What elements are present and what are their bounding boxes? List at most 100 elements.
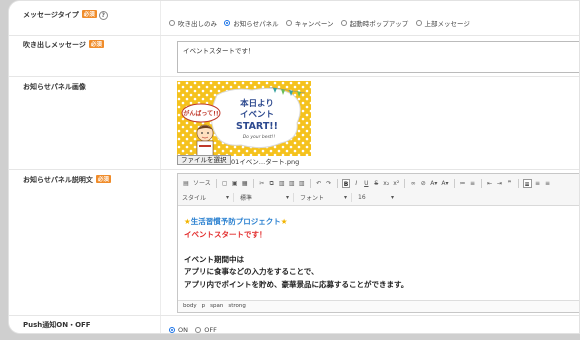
panel-description-label: お知らせパネル説明文 必須 (23, 175, 111, 185)
preview-icon[interactable]: ▣ (231, 179, 239, 188)
push-label: Push通知ON・OFF (23, 321, 91, 329)
label-cell: お知らせパネル説明文 必須 (9, 170, 161, 315)
project-title-text: 生活習慣予防プロジェクト (190, 217, 281, 226)
star-icon: ★ (280, 217, 288, 226)
italic-icon[interactable]: I (352, 179, 360, 188)
align-left-icon[interactable]: ≡ (522, 179, 532, 188)
numbered-list-icon[interactable]: ≔ (459, 179, 467, 188)
radio-push-on[interactable]: ON (169, 326, 188, 334)
template-icon[interactable]: ▦ (241, 179, 249, 188)
help-icon[interactable]: ? (98, 11, 108, 20)
outdent-icon[interactable]: ⇤ (486, 179, 494, 188)
chevron-down-icon: ▾ (285, 194, 289, 201)
rich-text-editor: ▤ ソース ▢ ▣ ▦ ✂ ⧉ ▥ ▥ ▥ ↶ ↷ B I U S x₂ x² … (177, 173, 579, 313)
push-options: ON OFF (169, 326, 222, 334)
bubble-text: がんばって!! (183, 110, 218, 118)
label-cell: お知らせパネル画像 (9, 77, 161, 169)
font-select[interactable]: フォント ▾ (300, 193, 352, 202)
radio-label: 起動時ポップアップ (349, 20, 409, 28)
radio-notice-panel[interactable]: お知らせパネル (224, 18, 279, 28)
banner-subtext: Do your best!! (243, 134, 276, 140)
radio-button[interactable] (195, 327, 202, 333)
align-right-icon[interactable]: ≡ (544, 179, 552, 188)
radio-label: ON (178, 326, 188, 334)
underline-icon[interactable]: U (362, 179, 370, 188)
toolbar-separator (480, 179, 482, 188)
font-select-label: フォント (300, 195, 325, 202)
radio-label: お知らせパネル (233, 20, 279, 28)
banner-line1: 本日より (240, 98, 274, 109)
bg-color-icon[interactable]: A▾ (440, 179, 449, 188)
message-type-options: 吹き出しのみ お知らせパネル キャンペーン 起動時ポップアップ 上部メッセージ (169, 18, 475, 28)
radio-label: 上部メッセージ (424, 20, 470, 28)
radio-button[interactable] (285, 20, 292, 26)
toolbar-separator (453, 179, 455, 188)
radio-button-selected[interactable] (169, 327, 175, 333)
path-item[interactable]: strong (228, 303, 246, 309)
format-select[interactable]: 標準 ▾ (240, 193, 294, 202)
content-line-3: イベント期間中は (184, 254, 244, 264)
paste-text-icon[interactable]: ▥ (288, 179, 296, 188)
message-type-row: メッセージタイプ 必須? 吹き出しのみ お知らせパネル キャンペーン 起動時ポップ… (9, 1, 579, 36)
paste-icon[interactable]: ▥ (278, 179, 286, 188)
path-item[interactable]: body (183, 303, 197, 309)
radio-balloon-only[interactable]: 吹き出しのみ (169, 18, 217, 28)
panel-image-label: お知らせパネル画像 (23, 83, 86, 91)
radio-top-message[interactable]: 上部メッセージ (415, 18, 470, 28)
bold-icon[interactable]: B (341, 179, 351, 188)
content-blank-line (184, 241, 408, 254)
path-item[interactable]: span (210, 303, 223, 309)
new-page-icon[interactable]: ▢ (221, 179, 229, 188)
label-cell: 吹き出しメッセージ 必須 (9, 36, 161, 76)
radio-label: 吹き出しのみ (178, 20, 217, 28)
message-type-label-text: メッセージタイプ (23, 11, 79, 19)
balloon-message-input[interactable]: イベントスタートです！ (177, 41, 579, 73)
form-panel: メッセージタイプ 必須? 吹き出しのみ お知らせパネル キャンペーン 起動時ポップ… (8, 0, 580, 334)
paste-word-icon[interactable]: ▥ (298, 179, 306, 188)
selected-file-name: 01イベン…タート.png (231, 158, 300, 166)
radio-campaign[interactable]: キャンペーン (285, 18, 334, 28)
chevron-down-icon: ▾ (390, 194, 394, 201)
redo-icon[interactable]: ↷ (325, 179, 333, 188)
link-icon[interactable]: ∞ (409, 179, 417, 188)
strike-icon[interactable]: S (372, 179, 380, 188)
toolbar-separator (336, 179, 338, 188)
radio-startup-popup[interactable]: 起動時ポップアップ (340, 18, 409, 28)
source-button[interactable]: ソース (192, 179, 212, 188)
radio-button[interactable] (169, 20, 175, 26)
element-path-bar: body p span strong (178, 300, 579, 312)
radio-label: OFF (204, 326, 217, 334)
source-icon[interactable]: ▤ (182, 179, 190, 188)
text-color-icon[interactable]: A▾ (429, 179, 438, 188)
indent-icon[interactable]: ⇥ (496, 179, 504, 188)
subscript-icon[interactable]: x₂ (382, 179, 390, 188)
blockquote-icon[interactable]: ❞ (506, 179, 514, 188)
copy-icon[interactable]: ⧉ (268, 179, 276, 188)
path-item[interactable]: p (202, 303, 206, 309)
undo-icon[interactable]: ↶ (315, 179, 323, 188)
cut-icon[interactable]: ✂ (258, 179, 266, 188)
radio-button-selected[interactable] (224, 20, 231, 26)
radio-button[interactable] (340, 20, 347, 26)
toolbar-separator (309, 179, 311, 188)
choose-file-button[interactable]: ファイルを選択 (177, 155, 231, 165)
radio-button[interactable] (415, 20, 422, 26)
size-select[interactable]: 16 ▾ (358, 193, 398, 202)
radio-push-off[interactable]: OFF (195, 326, 217, 334)
style-select[interactable]: スタイル ▾ (182, 193, 234, 202)
toolbar-row-2: スタイル ▾ 標準 ▾ フォント ▾ 16 ▾ (182, 193, 402, 202)
unlink-icon[interactable]: ⊘ (419, 179, 427, 188)
superscript-icon[interactable]: x² (392, 179, 400, 188)
chevron-down-icon: ▾ (225, 194, 229, 201)
toolbar-separator (404, 179, 406, 188)
editor-content[interactable]: ★生活習慣予防プロジェクト★ イベントスタートです！ イベント期間中は アプリに… (184, 216, 408, 291)
panel-description-label-text: お知らせパネル説明文 (23, 176, 93, 184)
push-row: Push通知ON・OFF ON OFF (9, 316, 579, 334)
panel-image-preview: 本日より イベント START!! Do your best!! がんばって!! (177, 81, 311, 156)
label-cell: Push通知ON・OFF (9, 316, 161, 333)
label-cell: メッセージタイプ 必須? (9, 1, 161, 35)
toolbar-row-1: ▤ ソース ▢ ▣ ▦ ✂ ⧉ ▥ ▥ ▥ ↶ ↷ B I U S x₂ x² … (182, 179, 552, 188)
align-center-icon[interactable]: ≡ (534, 179, 542, 188)
bullet-list-icon[interactable]: ≡ (469, 179, 477, 188)
balloon-message-label-text: 吹き出しメッセージ (23, 41, 86, 49)
